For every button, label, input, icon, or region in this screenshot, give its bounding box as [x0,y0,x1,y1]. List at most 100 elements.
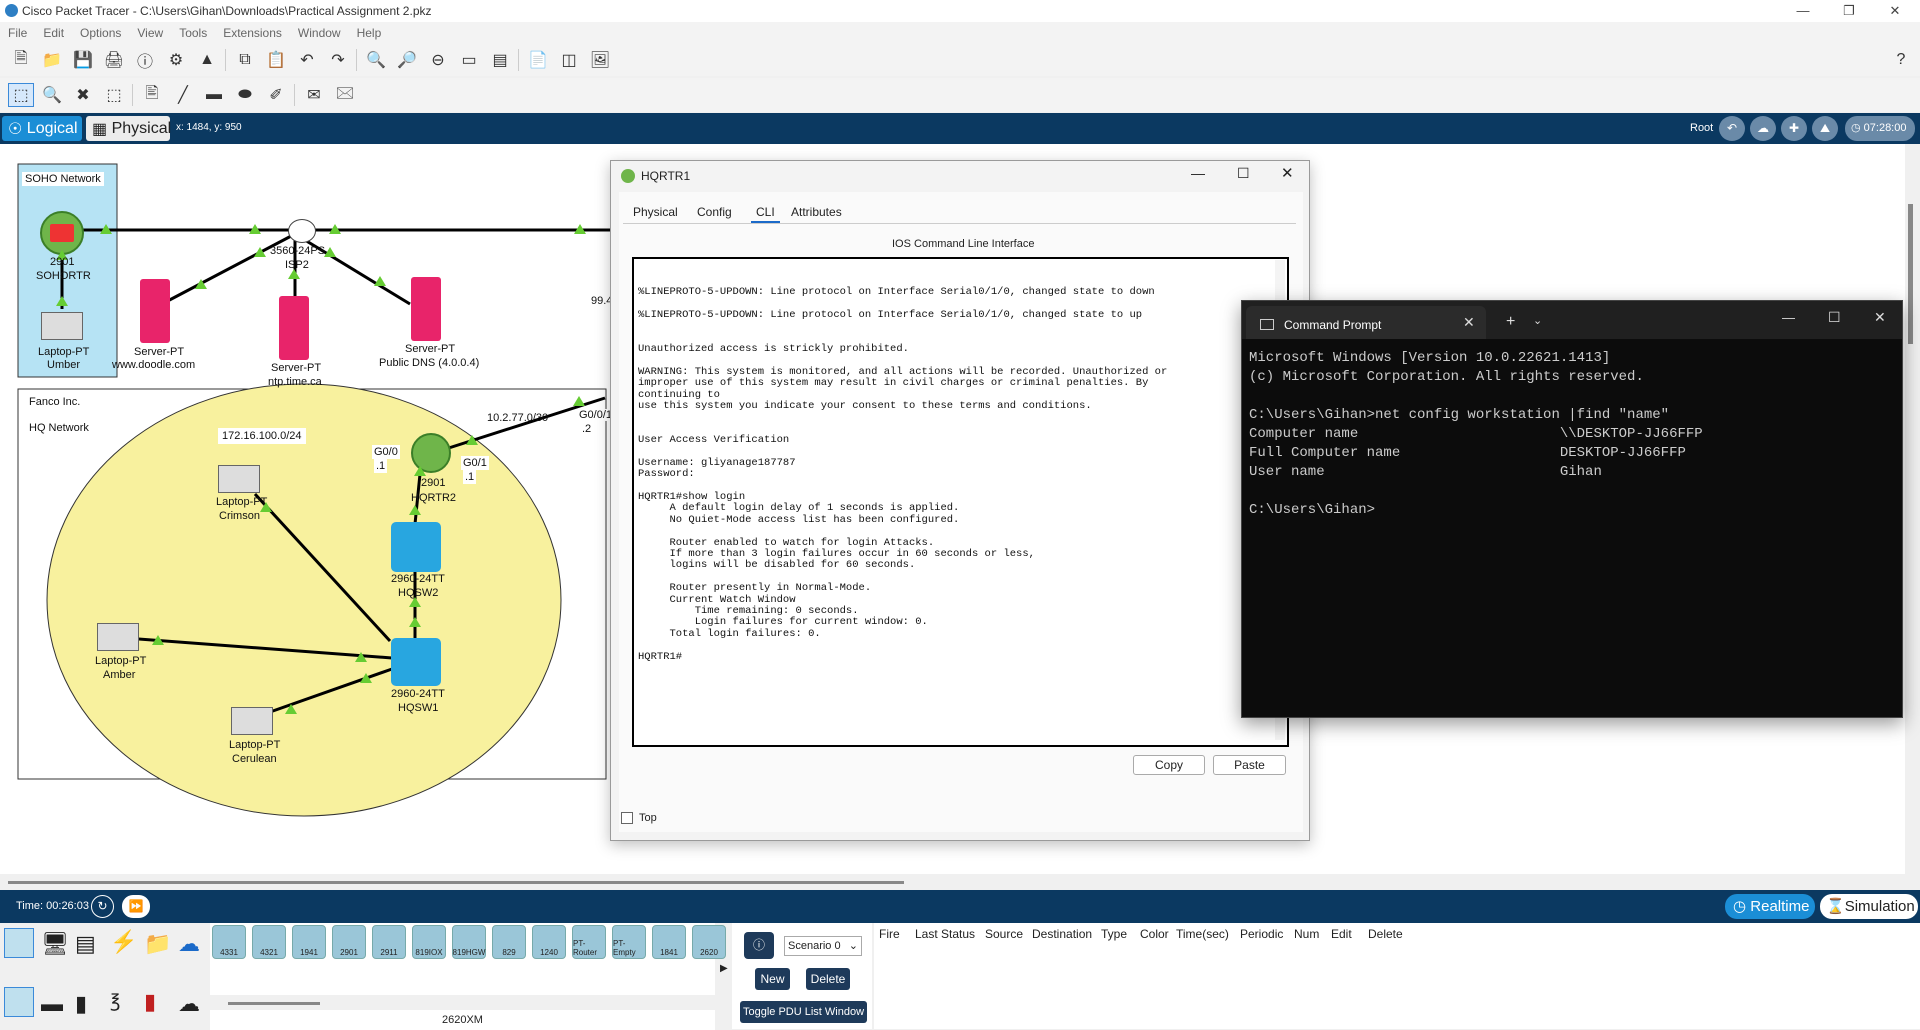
undo-icon[interactable]: ↶ [294,48,320,72]
hqsw1-switch[interactable] [391,638,441,686]
menu-help[interactable]: Help [357,26,382,40]
hqsw2-switch[interactable] [391,522,441,572]
print-icon[interactable]: 🖨 [101,48,127,72]
toggle-pdu-list-button[interactable]: Toggle PDU List Window [740,1001,867,1023]
components-icon[interactable]: ▤ [75,931,96,957]
server-ntp[interactable] [279,296,309,360]
cmd-output[interactable]: Microsoft Windows [Version 10.0.22621.14… [1249,349,1899,520]
panel-collapse-icon[interactable]: ▶ [720,963,728,974]
zoom-out-icon[interactable]: ⊖ [425,48,451,72]
routers-icon[interactable] [4,987,34,1017]
network-devices-icon[interactable] [4,928,34,958]
end-devices-icon[interactable]: 🖥 [41,931,69,957]
redo-icon[interactable]: ↷ [325,48,351,72]
device-4321[interactable]: 4321 [252,925,286,959]
wireless-icon[interactable]: ℥ [110,991,120,1012]
help-icon[interactable]: ? [1888,48,1914,72]
hqrtr1-close-button[interactable]: ✕ [1281,164,1294,182]
background-icon[interactable]: ⛰ [1812,116,1838,141]
menu-tools[interactable]: Tools [179,26,207,40]
close-button[interactable]: ✕ [1872,0,1918,22]
freeform-icon[interactable]: ✐ [263,83,289,107]
move-icon[interactable]: ✚ [1781,116,1807,141]
device-819hgw[interactable]: 819HGW [452,925,486,959]
menu-file[interactable]: File [8,26,27,40]
power-cycle-icon[interactable]: ↻ [91,895,114,918]
device-4331[interactable]: 4331 [212,925,246,959]
custom-device-icon[interactable]: ▤ [487,48,513,72]
copy-icon[interactable]: ⧉ [232,48,258,72]
device-1941[interactable]: 1941 [292,925,326,959]
network-wizard-icon[interactable]: ⚙ [163,48,189,72]
activity-wizard-icon[interactable]: ▲ [194,48,220,72]
hubs-icon[interactable]: ▮ [75,991,87,1017]
hqrtr1-maximize-button[interactable]: ☐ [1237,165,1250,182]
viewport-time[interactable]: ◷ 07:28:00 [1845,116,1915,141]
menu-extensions[interactable]: Extensions [223,26,282,40]
scenario-select[interactable]: Scenario 0 ⌄ [784,936,862,956]
laptop-cerulean[interactable] [231,707,273,735]
inspect-icon[interactable]: 🔍 [39,83,65,107]
multiuser-icon[interactable]: ☁ [178,931,200,957]
rectangle-icon[interactable]: ▬ [201,83,227,107]
security-icon[interactable]: ▮ [144,989,156,1015]
device-829[interactable]: 829 [492,925,526,959]
tab-physical[interactable]: Physical [633,205,678,219]
tab-cli[interactable]: CLI [751,205,780,224]
device-2901[interactable]: 2901 [332,925,366,959]
laptop-amber[interactable] [97,623,139,651]
laptop-umber[interactable] [41,312,83,340]
back-icon[interactable]: ↶ [1719,116,1745,141]
delete-icon[interactable]: ✖ [70,83,96,107]
tab-dropdown-icon[interactable]: ⌄ [1533,314,1542,327]
delete-scenario-button[interactable]: Delete [806,968,850,990]
simple-pdu-icon[interactable]: ✉ [301,83,327,107]
wan-emulation-icon[interactable]: ☁ [178,991,200,1017]
paste-icon[interactable]: 📋 [263,48,289,72]
fast-forward-icon[interactable]: ⏩ [122,895,150,918]
menu-view[interactable]: View [137,26,163,40]
connections-icon[interactable]: ⚡ [110,929,137,955]
menu-options[interactable]: Options [80,26,121,40]
horizontal-scrollbar[interactable] [0,874,1905,890]
picture-icon[interactable]: 🖼 [587,48,613,72]
ellipse-icon[interactable]: ⬬ [232,83,258,107]
menu-window[interactable]: Window [298,26,341,40]
menu-edit[interactable]: Edit [43,26,64,40]
switches-icon[interactable]: ▬ [41,991,63,1017]
resize-icon[interactable]: ⬚ [101,83,127,107]
zoom-reset-icon[interactable]: 🔎 [394,48,420,72]
drawing-palette-icon[interactable]: ▭ [456,48,482,72]
laptop-crimson[interactable] [218,465,260,493]
cmd-maximize-button[interactable]: ☐ [1828,309,1841,326]
device-pt-empty[interactable]: PT-Empty [612,925,646,959]
copy-button[interactable]: Copy [1133,755,1205,775]
simulation-button[interactable]: ⌛Simulation [1820,894,1918,919]
cmd-close-button[interactable]: ✕ [1874,309,1886,326]
vertical-scrollbar[interactable] [1905,144,1920,874]
line-icon[interactable]: ╱ [170,83,196,107]
document-icon[interactable]: 📄 [525,48,551,72]
device-dialog-icon[interactable]: ◫ [556,48,582,72]
hqrtr1-minimize-button[interactable]: — [1191,165,1205,181]
open-folder-icon[interactable]: 📁 [39,48,65,72]
device-2911[interactable]: 2911 [372,925,406,959]
tab-attributes[interactable]: Attributes [791,205,842,219]
save-icon[interactable]: 💾 [70,48,96,72]
tab-config[interactable]: Config [697,205,732,219]
physical-tab[interactable]: ▦ Physical [86,116,171,141]
scenario-info-button[interactable]: ⓘ [744,932,774,959]
cmd-tab-close-button[interactable]: ✕ [1463,314,1475,331]
new-scenario-button[interactable]: New [755,968,790,990]
server-dns[interactable] [411,277,441,341]
new-tab-button[interactable]: + [1506,313,1515,331]
isp-cloud-icon[interactable] [288,219,316,243]
note-icon[interactable]: 🖹 [139,83,165,107]
device-1240[interactable]: 1240 [532,925,566,959]
soho-router[interactable] [40,211,84,255]
server-doodle[interactable] [140,279,170,343]
maximize-button[interactable]: ❐ [1826,0,1872,22]
device-pt-router[interactable]: PT-Router [572,925,606,959]
cluster-icon[interactable]: ☁ [1750,116,1776,141]
minimize-button[interactable]: — [1780,0,1826,22]
